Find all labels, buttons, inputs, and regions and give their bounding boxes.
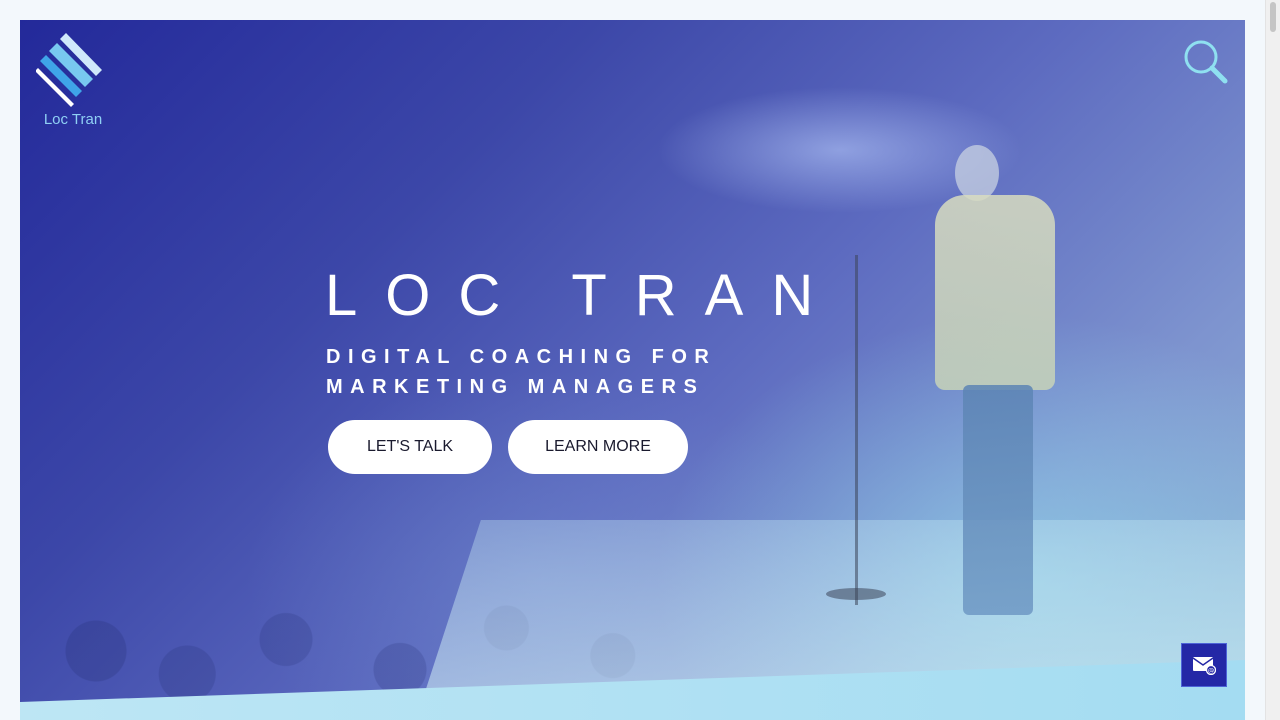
learn-more-button[interactable]: LEARN MORE — [508, 420, 688, 474]
mic-stand — [855, 255, 858, 605]
site-logo[interactable]: Loc Tran — [35, 30, 108, 130]
page-scrollbar[interactable] — [1265, 0, 1280, 720]
speaker-legs — [963, 385, 1033, 615]
logo-text: Loc Tran — [43, 111, 103, 128]
contact-button[interactable]: @ — [1181, 643, 1227, 687]
hero-title: LOC TRAN — [325, 263, 842, 328]
hero-subtitle: DIGITAL COACHING FOR MARKETING MANAGERS — [326, 342, 716, 402]
scrollbar-thumb[interactable] — [1270, 2, 1276, 32]
svg-text:@: @ — [1208, 667, 1215, 675]
stacked-stripes-logo-icon — [35, 33, 102, 107]
speaker-head — [955, 145, 999, 201]
hero-subtitle-line-2: MARKETING MANAGERS — [326, 376, 705, 398]
speaker-body — [935, 195, 1055, 390]
search-icon — [1184, 40, 1228, 84]
hero-subtitle-line-1: DIGITAL COACHING FOR — [326, 346, 717, 368]
mail-icon: @ — [1192, 657, 1216, 675]
mic-stand-base — [826, 588, 886, 600]
speaker-figure — [925, 145, 1065, 635]
lets-talk-button[interactable]: LET'S TALK — [328, 420, 492, 474]
search-button[interactable] — [1182, 38, 1228, 84]
